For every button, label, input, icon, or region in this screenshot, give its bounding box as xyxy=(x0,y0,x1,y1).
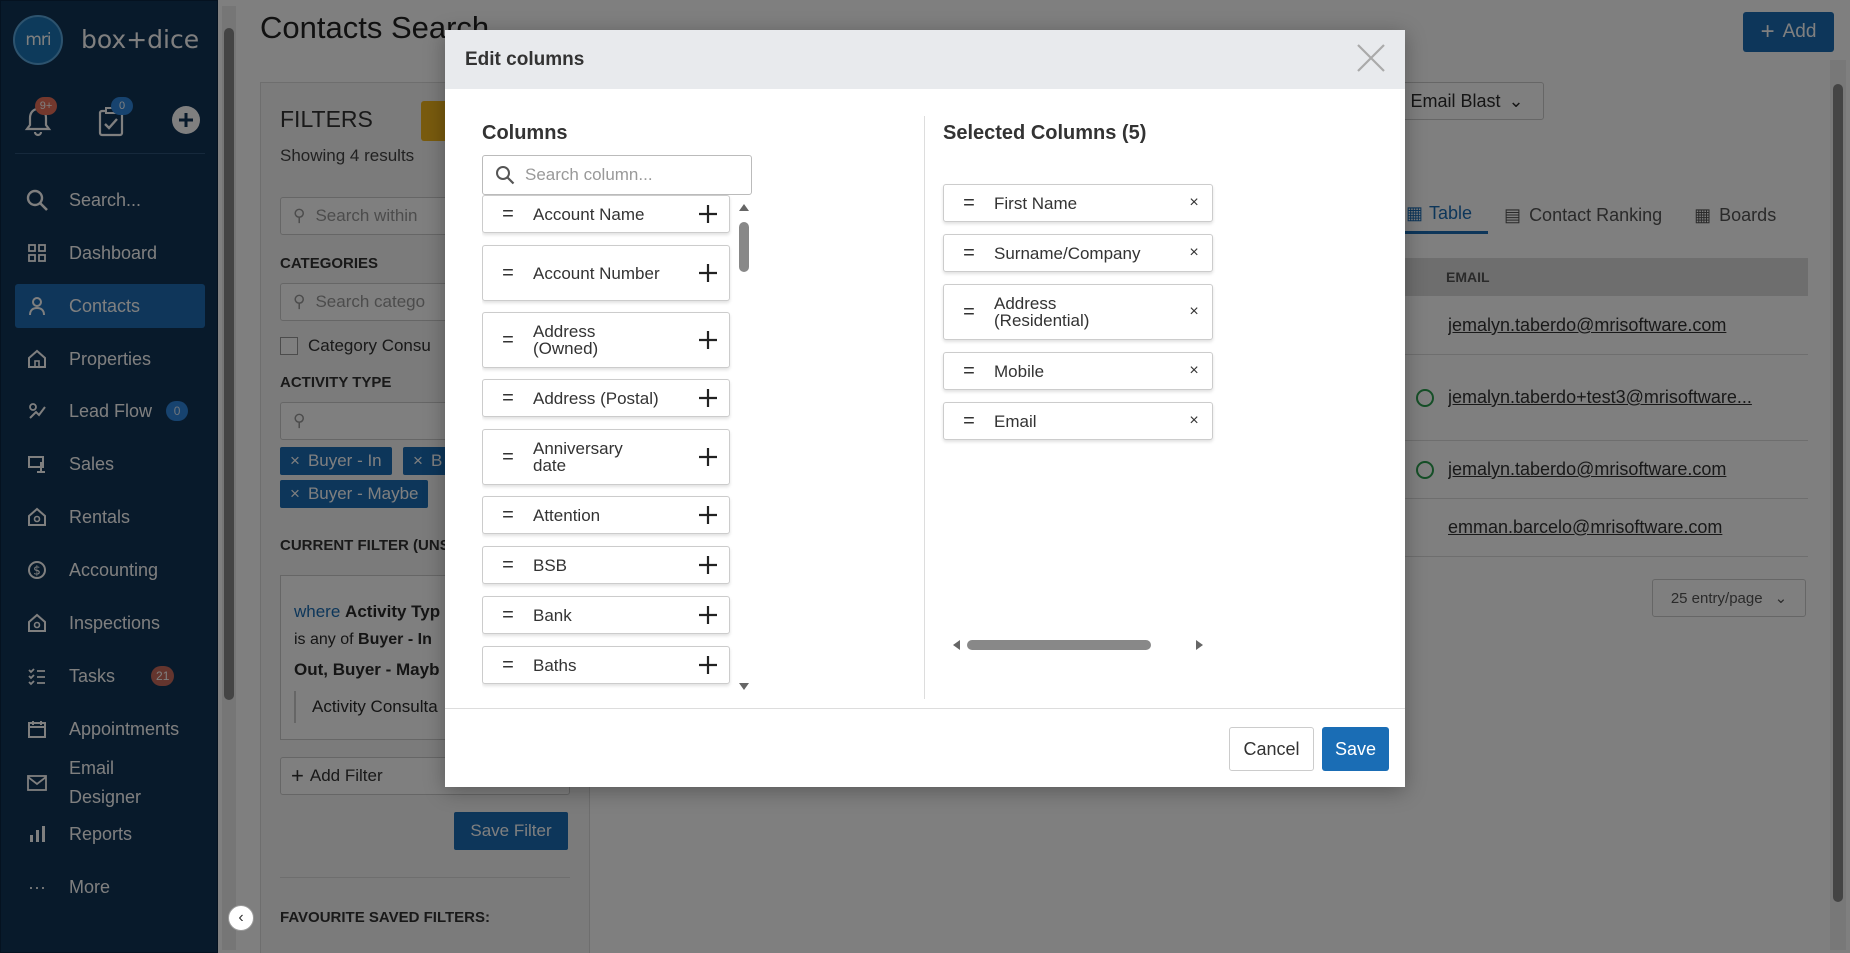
modal-title: Edit columns xyxy=(445,30,1405,89)
column-item[interactable]: = Attention xyxy=(482,496,730,534)
drag-handle-icon[interactable]: = xyxy=(944,360,994,383)
plus-icon xyxy=(699,264,717,282)
chevron-left-icon: ‹ xyxy=(238,909,244,926)
selected-columns-hscrollbar[interactable] xyxy=(943,638,1213,652)
drag-handle-icon[interactable]: = xyxy=(483,504,533,527)
remove-column-icon[interactable]: × xyxy=(1176,244,1212,262)
close-button[interactable] xyxy=(1353,40,1389,76)
selected-column-item[interactable]: = First Name × xyxy=(943,184,1213,222)
drag-handle-icon[interactable]: = xyxy=(483,262,533,285)
column-item[interactable]: = Address (Owned) xyxy=(482,312,730,368)
add-column-button[interactable] xyxy=(687,388,729,408)
add-column-button[interactable] xyxy=(687,555,729,575)
scroll-up-icon[interactable] xyxy=(738,202,750,212)
selected-column-item[interactable]: = Email × xyxy=(943,402,1213,440)
search-icon xyxy=(496,166,515,185)
column-item[interactable]: = BSB xyxy=(482,546,730,584)
selected-column-item[interactable]: = Address (Residential) × xyxy=(943,284,1213,340)
columns-divider xyxy=(924,116,925,699)
column-item[interactable]: = Anniversary date xyxy=(482,429,730,485)
collapse-sidebar-button[interactable]: ‹ xyxy=(228,905,254,931)
selected-column-item[interactable]: = Mobile × xyxy=(943,352,1213,390)
edit-columns-modal: Edit columns Columns Search column... = A… xyxy=(445,30,1405,787)
drag-handle-icon[interactable]: = xyxy=(483,554,533,577)
save-button[interactable]: Save xyxy=(1322,727,1389,771)
drag-handle-icon[interactable]: = xyxy=(944,242,994,265)
scroll-left-icon[interactable] xyxy=(951,640,961,650)
remove-column-icon[interactable]: × xyxy=(1176,362,1212,380)
remove-column-icon[interactable]: × xyxy=(1176,194,1212,212)
columns-title: Columns xyxy=(482,122,568,144)
drag-handle-icon[interactable]: = xyxy=(483,446,533,469)
cancel-button[interactable]: Cancel xyxy=(1229,727,1314,771)
scrollbar-thumb[interactable] xyxy=(739,222,749,272)
add-column-button[interactable] xyxy=(687,505,729,525)
drag-handle-icon[interactable]: = xyxy=(483,604,533,627)
remove-column-icon[interactable]: × xyxy=(1176,303,1212,321)
drag-handle-icon[interactable]: = xyxy=(483,387,533,410)
drag-handle-icon[interactable]: = xyxy=(944,192,994,215)
plus-icon xyxy=(699,448,717,466)
column-search-input[interactable]: Search column... xyxy=(482,155,752,195)
selected-column-item[interactable]: = Surname/Company × xyxy=(943,234,1213,272)
add-column-button[interactable] xyxy=(687,655,729,675)
plus-icon xyxy=(699,606,717,624)
selected-columns-list: = First Name × = Surname/Company × = Address … xyxy=(943,184,1223,484)
add-column-button[interactable] xyxy=(687,447,729,467)
plus-icon xyxy=(699,656,717,674)
plus-icon xyxy=(699,205,717,223)
selected-columns-title: Selected Columns (5) xyxy=(943,122,1147,144)
drag-handle-icon[interactable]: = xyxy=(483,654,533,677)
scroll-down-icon[interactable] xyxy=(738,682,750,692)
available-columns-list: = Account Name = Account Number = Address (… xyxy=(482,195,762,699)
plus-icon xyxy=(699,556,717,574)
drag-handle-icon[interactable]: = xyxy=(483,329,533,352)
add-column-button[interactable] xyxy=(687,330,729,350)
plus-icon xyxy=(699,331,717,349)
remove-column-icon[interactable]: × xyxy=(1176,412,1212,430)
columns-list-scrollbar[interactable] xyxy=(737,200,751,694)
drag-handle-icon[interactable]: = xyxy=(944,301,994,324)
add-column-button[interactable] xyxy=(687,263,729,283)
column-item[interactable]: = Baths xyxy=(482,646,730,684)
add-column-button[interactable] xyxy=(687,605,729,625)
scrollbar-thumb[interactable] xyxy=(967,640,1151,650)
column-item[interactable]: = Address (Postal) xyxy=(482,379,730,417)
plus-icon xyxy=(699,506,717,524)
drag-handle-icon[interactable]: = xyxy=(944,410,994,433)
modal-footer-divider xyxy=(445,708,1405,709)
plus-icon xyxy=(699,389,717,407)
close-icon xyxy=(1357,44,1385,72)
column-item[interactable]: = Account Number xyxy=(482,245,730,301)
add-column-button[interactable] xyxy=(687,204,729,224)
drag-handle-icon[interactable]: = xyxy=(483,203,533,226)
column-item[interactable]: = Account Name xyxy=(482,195,730,233)
column-item[interactable]: = Bank xyxy=(482,596,730,634)
scroll-right-icon[interactable] xyxy=(1195,640,1205,650)
